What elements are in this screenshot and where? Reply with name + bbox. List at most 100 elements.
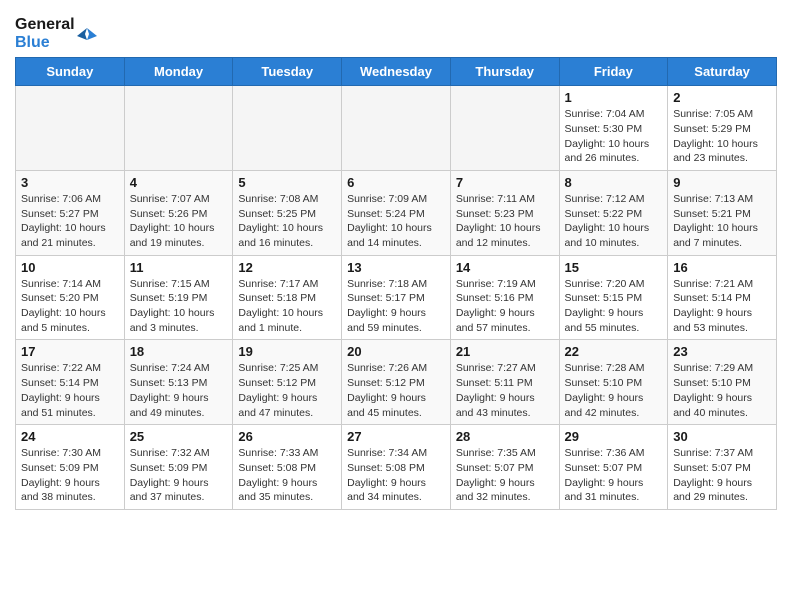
day-info: Sunrise: 7:12 AM Sunset: 5:22 PM Dayligh… [565,192,663,251]
calendar-cell: 13 Sunrise: 7:18 AM Sunset: 5:17 PM Dayli… [342,255,451,340]
logo-blue: Blue [15,34,75,52]
day-number: 28 [456,429,554,444]
calendar-cell: 20 Sunrise: 7:26 AM Sunset: 5:12 PM Dayli… [342,340,451,425]
day-info: Sunrise: 7:15 AM Sunset: 5:19 PM Dayligh… [130,277,228,336]
calendar-cell: 6 Sunrise: 7:09 AM Sunset: 5:24 PM Daylig… [342,170,451,255]
logo: General Blue [15,16,97,51]
page: General Blue SundayMondayTuesdayWednesda… [0,0,792,525]
day-info: Sunrise: 7:30 AM Sunset: 5:09 PM Dayligh… [21,446,119,505]
weekday-header-tuesday: Tuesday [233,58,342,86]
day-number: 19 [238,344,336,359]
day-number: 2 [673,90,771,105]
logo-bird-icon [77,24,97,44]
calendar-cell: 21 Sunrise: 7:27 AM Sunset: 5:11 PM Dayli… [450,340,559,425]
logo-general: General [15,16,75,34]
day-info: Sunrise: 7:25 AM Sunset: 5:12 PM Dayligh… [238,361,336,420]
day-info: Sunrise: 7:13 AM Sunset: 5:21 PM Dayligh… [673,192,771,251]
day-number: 4 [130,175,228,190]
day-info: Sunrise: 7:36 AM Sunset: 5:07 PM Dayligh… [565,446,663,505]
calendar-cell: 2 Sunrise: 7:05 AM Sunset: 5:29 PM Daylig… [668,86,777,171]
day-number: 12 [238,260,336,275]
day-info: Sunrise: 7:11 AM Sunset: 5:23 PM Dayligh… [456,192,554,251]
day-number: 6 [347,175,445,190]
calendar-cell: 23Sunrise: 7:29 AM Sunset: 5:10 PM Dayli… [668,340,777,425]
day-info: Sunrise: 7:34 AM Sunset: 5:08 PM Dayligh… [347,446,445,505]
day-info: Sunrise: 7:04 AM Sunset: 5:30 PM Dayligh… [565,107,663,166]
calendar-cell [233,86,342,171]
day-info: Sunrise: 7:20 AM Sunset: 5:15 PM Dayligh… [565,277,663,336]
calendar-cell: 10Sunrise: 7:14 AM Sunset: 5:20 PM Dayli… [16,255,125,340]
calendar-table: SundayMondayTuesdayWednesdayThursdayFrid… [15,57,777,510]
day-number: 13 [347,260,445,275]
day-info: Sunrise: 7:26 AM Sunset: 5:12 PM Dayligh… [347,361,445,420]
day-number: 29 [565,429,663,444]
calendar-cell: 17 Sunrise: 7:22 AM Sunset: 5:14 PM Dayli… [16,340,125,425]
day-number: 14 [456,260,554,275]
weekday-header-monday: Monday [124,58,233,86]
calendar-cell [342,86,451,171]
day-info: Sunrise: 7:35 AM Sunset: 5:07 PM Dayligh… [456,446,554,505]
weekday-header-sunday: Sunday [16,58,125,86]
week-row-3: 10Sunrise: 7:14 AM Sunset: 5:20 PM Dayli… [16,255,777,340]
calendar-cell: 15 Sunrise: 7:20 AM Sunset: 5:15 PM Dayli… [559,255,668,340]
weekday-header-friday: Friday [559,58,668,86]
day-info: Sunrise: 7:28 AM Sunset: 5:10 PM Dayligh… [565,361,663,420]
day-number: 15 [565,260,663,275]
weekday-header-saturday: Saturday [668,58,777,86]
week-row-4: 17 Sunrise: 7:22 AM Sunset: 5:14 PM Dayli… [16,340,777,425]
day-number: 26 [238,429,336,444]
calendar-cell [124,86,233,171]
header: General Blue [15,10,777,51]
day-number: 18 [130,344,228,359]
calendar-cell: 14 Sunrise: 7:19 AM Sunset: 5:16 PM Dayli… [450,255,559,340]
calendar-cell: 11 Sunrise: 7:15 AM Sunset: 5:19 PM Dayli… [124,255,233,340]
day-info: Sunrise: 7:22 AM Sunset: 5:14 PM Dayligh… [21,361,119,420]
day-info: Sunrise: 7:05 AM Sunset: 5:29 PM Dayligh… [673,107,771,166]
day-number: 20 [347,344,445,359]
day-number: 17 [21,344,119,359]
calendar-cell: 3Sunrise: 7:06 AM Sunset: 5:27 PM Daylig… [16,170,125,255]
day-info: Sunrise: 7:07 AM Sunset: 5:26 PM Dayligh… [130,192,228,251]
calendar-cell: 28 Sunrise: 7:35 AM Sunset: 5:07 PM Dayli… [450,425,559,510]
calendar-cell: 5 Sunrise: 7:08 AM Sunset: 5:25 PM Daylig… [233,170,342,255]
day-number: 23 [673,344,771,359]
calendar-cell [450,86,559,171]
calendar-cell: 26 Sunrise: 7:33 AM Sunset: 5:08 PM Dayli… [233,425,342,510]
day-info: Sunrise: 7:27 AM Sunset: 5:11 PM Dayligh… [456,361,554,420]
calendar-cell: 24Sunrise: 7:30 AM Sunset: 5:09 PM Dayli… [16,425,125,510]
week-row-1: 1Sunrise: 7:04 AM Sunset: 5:30 PM Daylig… [16,86,777,171]
calendar-cell: 30Sunrise: 7:37 AM Sunset: 5:07 PM Dayli… [668,425,777,510]
day-info: Sunrise: 7:06 AM Sunset: 5:27 PM Dayligh… [21,192,119,251]
day-info: Sunrise: 7:14 AM Sunset: 5:20 PM Dayligh… [21,277,119,336]
calendar-cell: 19 Sunrise: 7:25 AM Sunset: 5:12 PM Dayli… [233,340,342,425]
day-info: Sunrise: 7:19 AM Sunset: 5:16 PM Dayligh… [456,277,554,336]
calendar-cell: 9Sunrise: 7:13 AM Sunset: 5:21 PM Daylig… [668,170,777,255]
day-info: Sunrise: 7:09 AM Sunset: 5:24 PM Dayligh… [347,192,445,251]
calendar-cell: 27 Sunrise: 7:34 AM Sunset: 5:08 PM Dayli… [342,425,451,510]
day-info: Sunrise: 7:08 AM Sunset: 5:25 PM Dayligh… [238,192,336,251]
weekday-header-wednesday: Wednesday [342,58,451,86]
day-number: 30 [673,429,771,444]
calendar-cell: 22 Sunrise: 7:28 AM Sunset: 5:10 PM Dayli… [559,340,668,425]
day-number: 8 [565,175,663,190]
week-row-5: 24Sunrise: 7:30 AM Sunset: 5:09 PM Dayli… [16,425,777,510]
logo-container: General Blue [15,16,97,51]
day-number: 27 [347,429,445,444]
day-number: 21 [456,344,554,359]
calendar-cell: 25 Sunrise: 7:32 AM Sunset: 5:09 PM Dayli… [124,425,233,510]
day-info: Sunrise: 7:24 AM Sunset: 5:13 PM Dayligh… [130,361,228,420]
day-info: Sunrise: 7:18 AM Sunset: 5:17 PM Dayligh… [347,277,445,336]
calendar-cell [16,86,125,171]
day-info: Sunrise: 7:33 AM Sunset: 5:08 PM Dayligh… [238,446,336,505]
calendar-cell: 18 Sunrise: 7:24 AM Sunset: 5:13 PM Dayli… [124,340,233,425]
logo-text-block: General Blue [15,16,75,51]
day-number: 22 [565,344,663,359]
day-info: Sunrise: 7:17 AM Sunset: 5:18 PM Dayligh… [238,277,336,336]
day-number: 16 [673,260,771,275]
calendar-cell: 8 Sunrise: 7:12 AM Sunset: 5:22 PM Daylig… [559,170,668,255]
day-number: 25 [130,429,228,444]
day-number: 5 [238,175,336,190]
week-row-2: 3Sunrise: 7:06 AM Sunset: 5:27 PM Daylig… [16,170,777,255]
day-info: Sunrise: 7:32 AM Sunset: 5:09 PM Dayligh… [130,446,228,505]
day-number: 11 [130,260,228,275]
